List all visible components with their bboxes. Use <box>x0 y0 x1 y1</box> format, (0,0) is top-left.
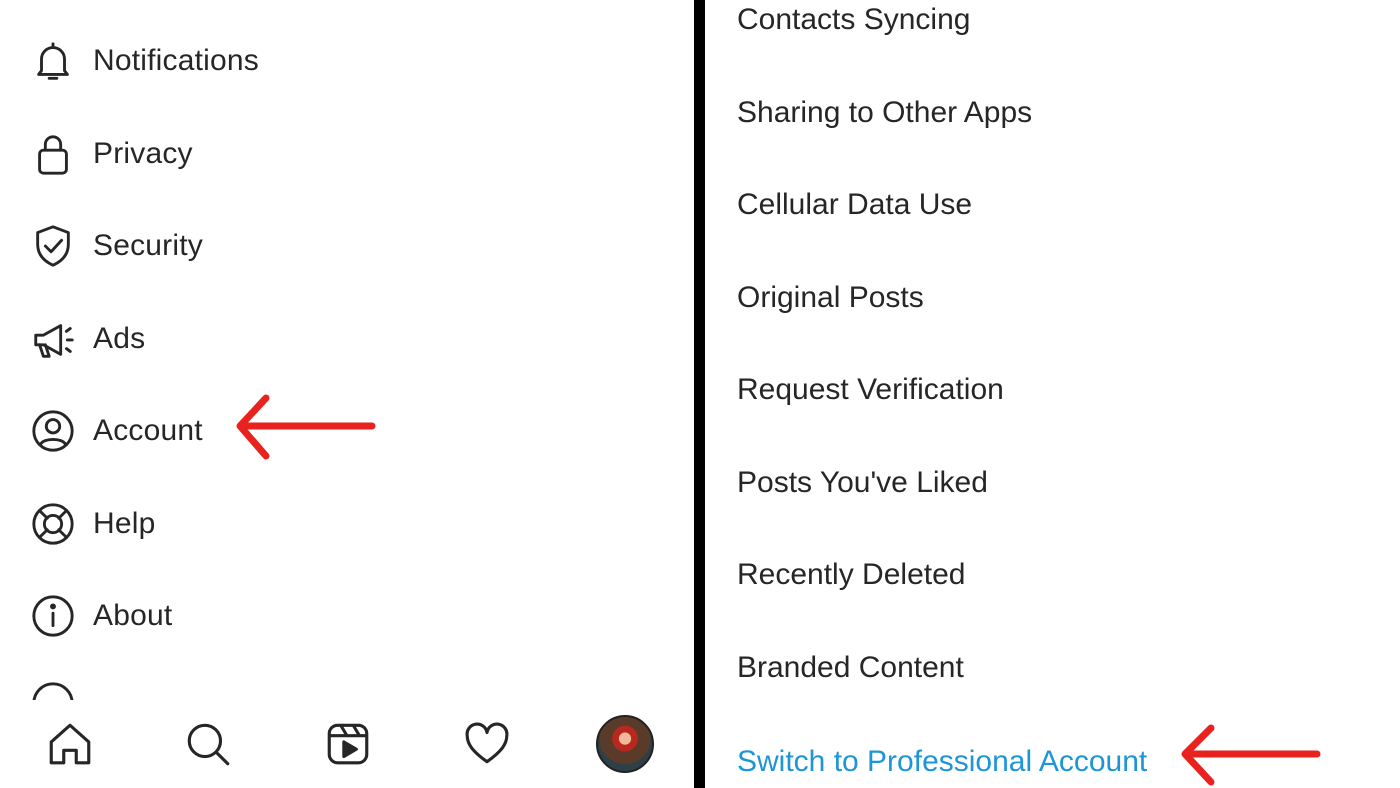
menu-label-notifications: Notifications <box>93 44 260 77</box>
menu-item-account[interactable]: Account <box>30 401 203 461</box>
menu-label-help: Help <box>93 507 156 540</box>
settings-contacts-syncing[interactable]: Contacts Syncing <box>737 0 970 45</box>
menu-label-privacy: Privacy <box>93 137 193 170</box>
settings-request-verification[interactable]: Request Verification <box>737 365 1004 415</box>
heart-icon <box>465 722 509 764</box>
menu-item-ads[interactable]: Ads <box>30 309 145 369</box>
settings-branded-content[interactable]: Branded Content <box>737 643 964 693</box>
red-arrow-annotation-professional <box>1181 724 1321 786</box>
megaphone-icon <box>30 316 76 362</box>
menu-label-security: Security <box>93 229 203 262</box>
settings-menu-panel: Notifications Privacy Security Ads Accou… <box>0 0 694 788</box>
divider <box>694 0 705 788</box>
menu-label-account: Account <box>93 414 203 447</box>
settings-cellular-data-use[interactable]: Cellular Data Use <box>737 180 972 230</box>
search-icon <box>187 723 230 766</box>
settings-posts-youve-liked[interactable]: Posts You've Liked <box>737 458 988 508</box>
menu-item-privacy[interactable]: Privacy <box>30 124 193 184</box>
reels-button[interactable] <box>318 714 378 774</box>
bottom-navigation <box>0 700 694 788</box>
red-arrow-annotation <box>236 394 376 460</box>
menu-item-help[interactable]: Help <box>30 494 156 554</box>
menu-item-about[interactable]: About <box>30 586 172 646</box>
activity-button[interactable] <box>457 714 517 774</box>
info-icon <box>30 593 76 639</box>
menu-label-about: About <box>93 599 173 632</box>
home-icon <box>49 723 91 765</box>
lifebuoy-icon <box>30 501 76 547</box>
settings-recently-deleted[interactable]: Recently Deleted <box>737 550 965 600</box>
menu-label-ads: Ads <box>93 322 146 355</box>
menu-item-security[interactable]: Security <box>30 216 203 276</box>
account-settings-panel: Contacts Syncing Sharing to Other Apps C… <box>705 0 1400 788</box>
profile-avatar[interactable] <box>596 715 654 773</box>
shield-check-icon <box>30 223 76 269</box>
settings-sharing-to-other-apps[interactable]: Sharing to Other Apps <box>737 88 1032 138</box>
search-button[interactable] <box>178 714 238 774</box>
home-button[interactable] <box>40 714 100 774</box>
switch-to-professional-account-link[interactable]: Switch to Professional Account <box>737 737 1147 787</box>
settings-original-posts[interactable]: Original Posts <box>737 273 924 323</box>
bell-icon <box>30 38 76 84</box>
user-circle-icon <box>30 408 76 454</box>
reels-icon <box>327 723 369 765</box>
lock-icon <box>30 131 76 177</box>
menu-item-notifications[interactable]: Notifications <box>30 31 259 91</box>
